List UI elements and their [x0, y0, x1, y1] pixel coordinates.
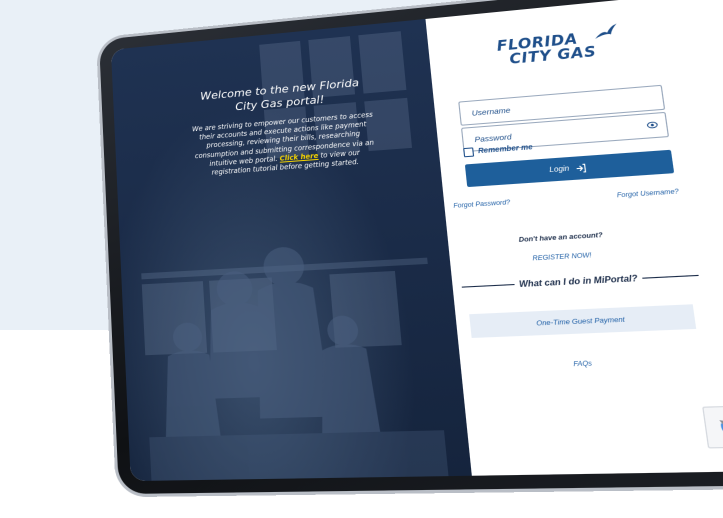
register-now-link[interactable]: REGISTER NOW! [532, 252, 592, 263]
guest-payment-button[interactable]: One-Time Guest Payment [469, 304, 697, 338]
remember-me-label: Remember me [477, 144, 534, 156]
recaptcha-icon [716, 413, 723, 439]
login-panel: FLORIDA CITY GAS Username Password Remem… [425, 0, 723, 476]
remember-me-checkbox[interactable] [463, 147, 475, 158]
login-button[interactable]: Login [464, 149, 675, 188]
tablet-device: Welcome to the new Florida City Gas port… [99, 0, 723, 495]
eye-icon[interactable] [646, 120, 658, 130]
recaptcha-badge[interactable] [702, 405, 723, 449]
login-arrow-icon [574, 163, 586, 173]
forgot-username-link[interactable]: Forgot Username? [616, 188, 679, 199]
section-title-text: What can I do in MiPortal? [518, 273, 639, 290]
faqs-link[interactable]: FAQs [573, 360, 592, 368]
tablet-screen: Welcome to the new Florida City Gas port… [110, 0, 723, 482]
guest-payment-label: One-Time Guest Payment [535, 315, 626, 328]
username-placeholder: Username [471, 105, 511, 118]
password-placeholder: Password [474, 132, 513, 145]
login-button-label: Login [548, 164, 570, 174]
bird-logo-icon [593, 23, 619, 39]
welcome-panel: Welcome to the new Florida City Gas port… [110, 18, 472, 482]
miportal-section-title: What can I do in MiPortal? [461, 270, 699, 291]
divider-rule-left [461, 283, 515, 288]
welcome-text-block: Welcome to the new Florida City Gas port… [190, 75, 378, 179]
florida-city-gas-logo: FLORIDA CITY GAS [496, 23, 638, 80]
forgot-password-link[interactable]: Forgot Password? [453, 199, 511, 210]
no-account-text: Don't have an account? [518, 231, 604, 244]
divider-rule-right [642, 274, 699, 279]
